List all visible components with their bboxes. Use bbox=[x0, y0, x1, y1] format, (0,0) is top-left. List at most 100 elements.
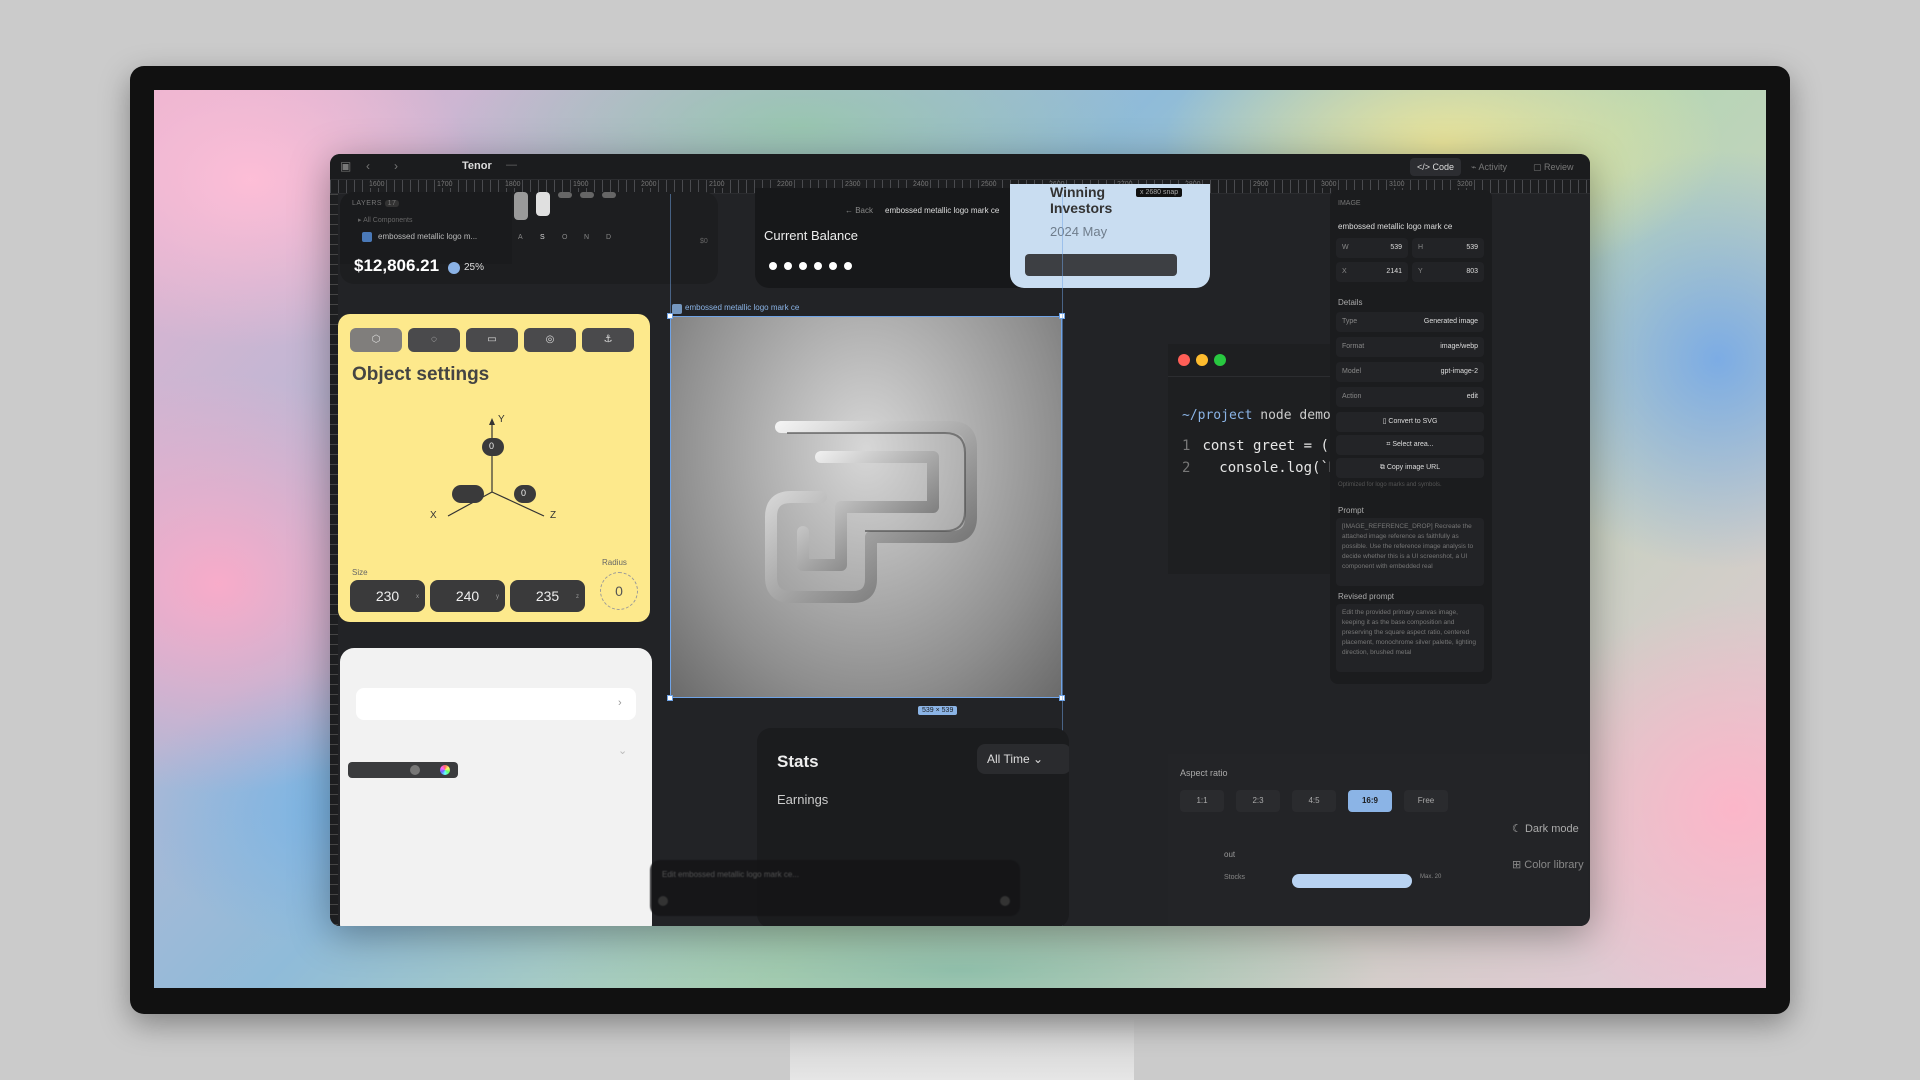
light-tool-button[interactable]: ◌ bbox=[408, 328, 460, 352]
canvas-image-selection[interactable] bbox=[670, 316, 1062, 698]
copy-icon: ⧉ bbox=[1379, 464, 1385, 471]
height-field[interactable]: H 539 bbox=[1412, 238, 1484, 258]
top-bar: ▣ ‹ › Tenor — </> Code ⌁ Activity ▢ Revi… bbox=[330, 154, 1590, 180]
masked-dot bbox=[814, 262, 822, 270]
chevron-down-icon: ⌄ bbox=[1033, 752, 1044, 766]
maximize-window-icon[interactable] bbox=[1214, 354, 1226, 366]
ratio-option-free[interactable]: Free bbox=[1404, 790, 1448, 812]
all-components-item[interactable]: ▸ All Components bbox=[358, 216, 413, 224]
code-line: 1 const greet = (nam bbox=[1182, 438, 1355, 454]
lightbulb-icon: ◌ bbox=[431, 334, 437, 345]
revised-prompt-text[interactable]: Edit the provided primary canvas image, … bbox=[1336, 604, 1484, 672]
x-field[interactable]: X 2141 bbox=[1336, 262, 1408, 282]
layers-panel: LAYERS 17 ▸ All Components embossed meta… bbox=[340, 192, 512, 264]
box-icon: ▭ bbox=[487, 334, 497, 345]
terminal-command: ~/project node demo.js bbox=[1182, 408, 1355, 423]
height-axis-label: y bbox=[496, 594, 499, 600]
convert-to-svg-label: Convert to SVG bbox=[1388, 418, 1438, 425]
resize-handle[interactable] bbox=[667, 313, 673, 319]
send-icon[interactable] bbox=[1000, 896, 1010, 906]
forward-arrow-icon[interactable]: › bbox=[394, 159, 398, 173]
ratio-option-16-9[interactable]: 16:9 bbox=[1348, 790, 1392, 812]
copy-image-url-button[interactable]: ⧉ Copy image URL bbox=[1336, 458, 1484, 478]
ruler-tick: 2400 bbox=[912, 181, 930, 188]
y-field[interactable]: Y 803 bbox=[1412, 262, 1484, 282]
ratio-option-4-5[interactable]: 4:5 bbox=[1292, 790, 1336, 812]
height-value: 240 bbox=[455, 588, 480, 604]
title-separator: — bbox=[506, 159, 517, 171]
ruler-tick: 2100 bbox=[708, 181, 726, 188]
ratio-option-2-3[interactable]: 2:3 bbox=[1236, 790, 1280, 812]
back-button[interactable]: ← Back bbox=[845, 206, 873, 215]
select-area-button[interactable]: ⌗ Select area... bbox=[1336, 435, 1484, 455]
detail-action: Action edit bbox=[1336, 387, 1484, 407]
anchor-tool-button[interactable]: ⚓ bbox=[582, 328, 634, 352]
review-icon: ▢ bbox=[1533, 162, 1542, 172]
stocks-slider[interactable] bbox=[1292, 874, 1412, 888]
axis-gizmo[interactable] bbox=[438, 414, 558, 524]
color-library-button[interactable]: ⊞ Color library bbox=[1512, 858, 1584, 871]
masked-dot bbox=[784, 262, 792, 270]
edit-prompt-input[interactable]: Edit embossed metallic logo mark ce... bbox=[650, 860, 1020, 916]
sidebar-toggle-icon[interactable]: ▣ bbox=[340, 159, 351, 173]
box-tool-button[interactable]: ▭ bbox=[466, 328, 518, 352]
height-input[interactable]: 240 y bbox=[430, 580, 505, 612]
detail-model: Model gpt-image-2 bbox=[1336, 362, 1484, 382]
select-area-label: Select area... bbox=[1392, 441, 1434, 448]
back-arrow-icon[interactable]: ‹ bbox=[366, 159, 370, 173]
dark-mode-toggle[interactable]: ☾ Dark mode bbox=[1512, 822, 1579, 835]
current-balance-title: Current Balance bbox=[764, 228, 858, 243]
ratio-option-1-1[interactable]: 1:1 bbox=[1180, 790, 1224, 812]
radius-input[interactable]: 0 bbox=[600, 572, 638, 610]
code-icon: </> bbox=[1417, 162, 1431, 172]
minimize-window-icon[interactable] bbox=[1196, 354, 1208, 366]
activity-tab[interactable]: ⌁ Activity bbox=[1464, 158, 1514, 176]
width-value: 230 bbox=[375, 588, 400, 604]
prompt-text[interactable]: [IMAGE_REFERENCE_DROP] Recreate the atta… bbox=[1336, 518, 1484, 586]
month-label: A bbox=[518, 234, 523, 241]
aspect-ratio-panel: Aspect ratio 1:1 2:3 4:5 16:9 Free ☾ Dar… bbox=[1168, 754, 1588, 926]
depth-value: 235 bbox=[535, 588, 560, 604]
convert-to-svg-button[interactable]: ▯ Convert to SVG bbox=[1336, 412, 1484, 432]
depth-input[interactable]: 235 z bbox=[510, 580, 585, 612]
cube-tool-button[interactable]: ⬡ bbox=[350, 328, 402, 352]
stats-title: Stats bbox=[777, 752, 819, 771]
review-tab[interactable]: ▢ Review bbox=[1526, 158, 1581, 176]
ruler-tick: 1700 bbox=[436, 181, 454, 188]
code-line: 2 console.log(`Hel bbox=[1182, 460, 1355, 476]
size-label: Size bbox=[352, 568, 368, 577]
width-field[interactable]: W 539 bbox=[1336, 238, 1408, 258]
code-tab-label: Code bbox=[1432, 162, 1455, 172]
color-picker-pill[interactable] bbox=[348, 762, 458, 778]
layers-label: LAYERS 17 bbox=[352, 200, 400, 207]
layer-item[interactable]: embossed metallic logo m... bbox=[378, 232, 477, 241]
earnings-label: Earnings bbox=[777, 792, 829, 807]
ruler-tick: 1600 bbox=[368, 181, 386, 188]
investors-card: Winning Investors 2024 May bbox=[1010, 184, 1210, 288]
attach-icon[interactable] bbox=[658, 896, 668, 906]
list-row[interactable] bbox=[356, 688, 636, 720]
review-tab-label: Review bbox=[1544, 162, 1574, 172]
axis-z-label: Z bbox=[550, 510, 557, 521]
resize-handle[interactable] bbox=[667, 695, 673, 701]
image-icon bbox=[362, 232, 372, 242]
settings-list-card: › ⌄ bbox=[340, 648, 652, 926]
month-label: S bbox=[540, 234, 545, 241]
guide-line bbox=[670, 194, 671, 318]
balance-card: J A S O N D $0 LAYERS 17 ▸ All Component… bbox=[340, 192, 718, 284]
investors-action-button[interactable] bbox=[1025, 254, 1177, 276]
width-input[interactable]: 230 x bbox=[350, 580, 425, 612]
anchor-icon: ⚓ bbox=[603, 334, 613, 345]
chevron-down-icon[interactable]: ⌄ bbox=[618, 744, 627, 757]
close-window-icon[interactable] bbox=[1178, 354, 1190, 366]
file-icon: ▯ bbox=[1382, 418, 1387, 425]
investors-date: 2024 May bbox=[1050, 224, 1108, 239]
camera-tool-button[interactable]: ◎ bbox=[524, 328, 576, 352]
app-title: Tenor bbox=[462, 160, 492, 172]
code-tab[interactable]: </> Code bbox=[1410, 158, 1462, 176]
ruler-tick: 2000 bbox=[640, 181, 658, 188]
copy-image-url-label: Copy image URL bbox=[1386, 464, 1441, 471]
activity-icon: ⌁ bbox=[1471, 162, 1477, 172]
stats-filter-dropdown[interactable]: All Time ⌄ bbox=[977, 744, 1069, 774]
month-bar bbox=[558, 192, 572, 198]
